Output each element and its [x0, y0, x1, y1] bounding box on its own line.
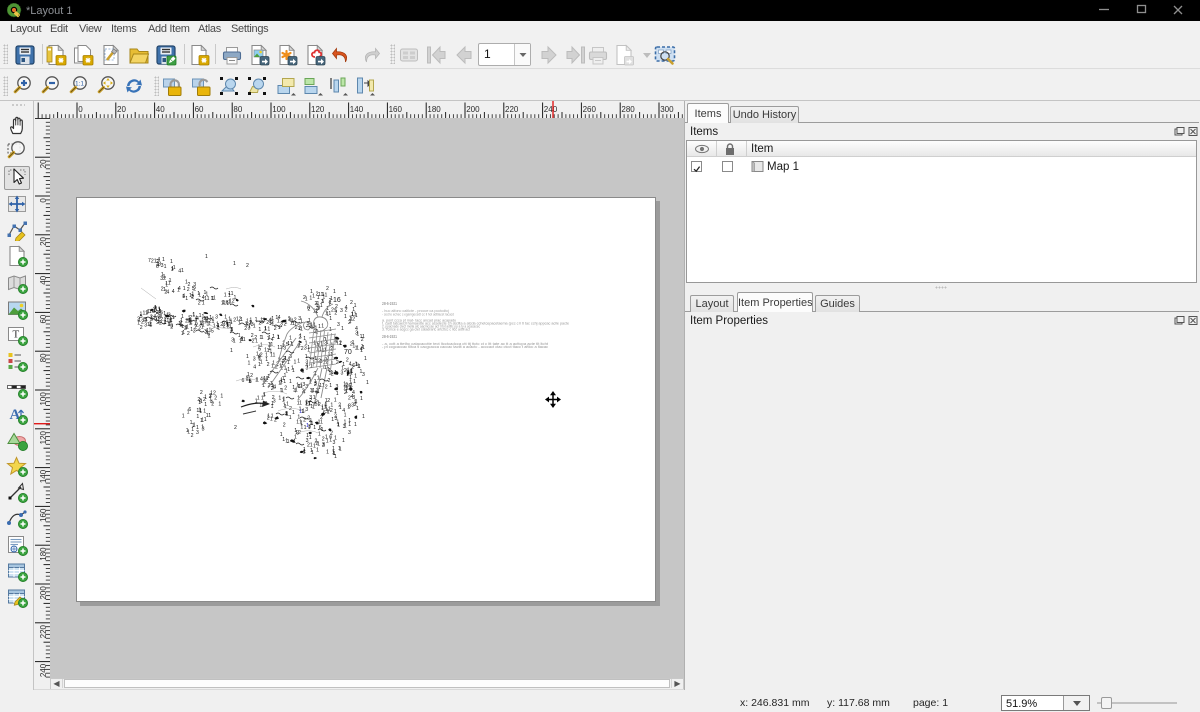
- svg-text:0: 0: [78, 105, 83, 114]
- svg-text:- cecho echec c egamgecedt cc: - cecho echec c egamgecedt cc ll hot adt…: [382, 312, 454, 316]
- svg-text:100: 100: [272, 105, 286, 114]
- svg-text:60: 60: [195, 105, 204, 114]
- svg-text:280: 280: [621, 105, 635, 114]
- svg-text:160: 160: [389, 105, 403, 114]
- svg-text:180: 180: [427, 105, 441, 114]
- svg-text:20: 20: [117, 105, 126, 114]
- svg-text:80: 80: [233, 105, 242, 114]
- svg-text:260: 260: [583, 105, 597, 114]
- svg-text:220: 220: [505, 105, 519, 114]
- svg-text:300: 300: [660, 105, 674, 114]
- svg-text:240: 240: [544, 105, 558, 114]
- svg-text:80: 80: [39, 353, 48, 362]
- svg-text:28-6-1921: 28-6-1921: [382, 301, 398, 306]
- svg-text:120: 120: [311, 105, 325, 114]
- svg-text:140: 140: [350, 105, 364, 114]
- svg-text:200: 200: [466, 105, 480, 114]
- svg-text:3. Tcmce e acgcc ga clet catad: 3. Tcmce e acgcc ga clet catadrartc artc…: [382, 327, 470, 331]
- svg-text:20: 20: [39, 236, 48, 245]
- svg-text:28-6-1921: 28-6-1921: [382, 334, 398, 339]
- svg-text:40: 40: [39, 275, 48, 284]
- svg-text:- pt ccgcaccac tlltca tl cacgc: - pt ccgcaccac tlltca tl cacgcacca cacca…: [382, 345, 548, 349]
- svg-text:40: 40: [156, 105, 165, 114]
- svg-text:20: 20: [39, 159, 48, 168]
- svg-text:60: 60: [39, 314, 48, 323]
